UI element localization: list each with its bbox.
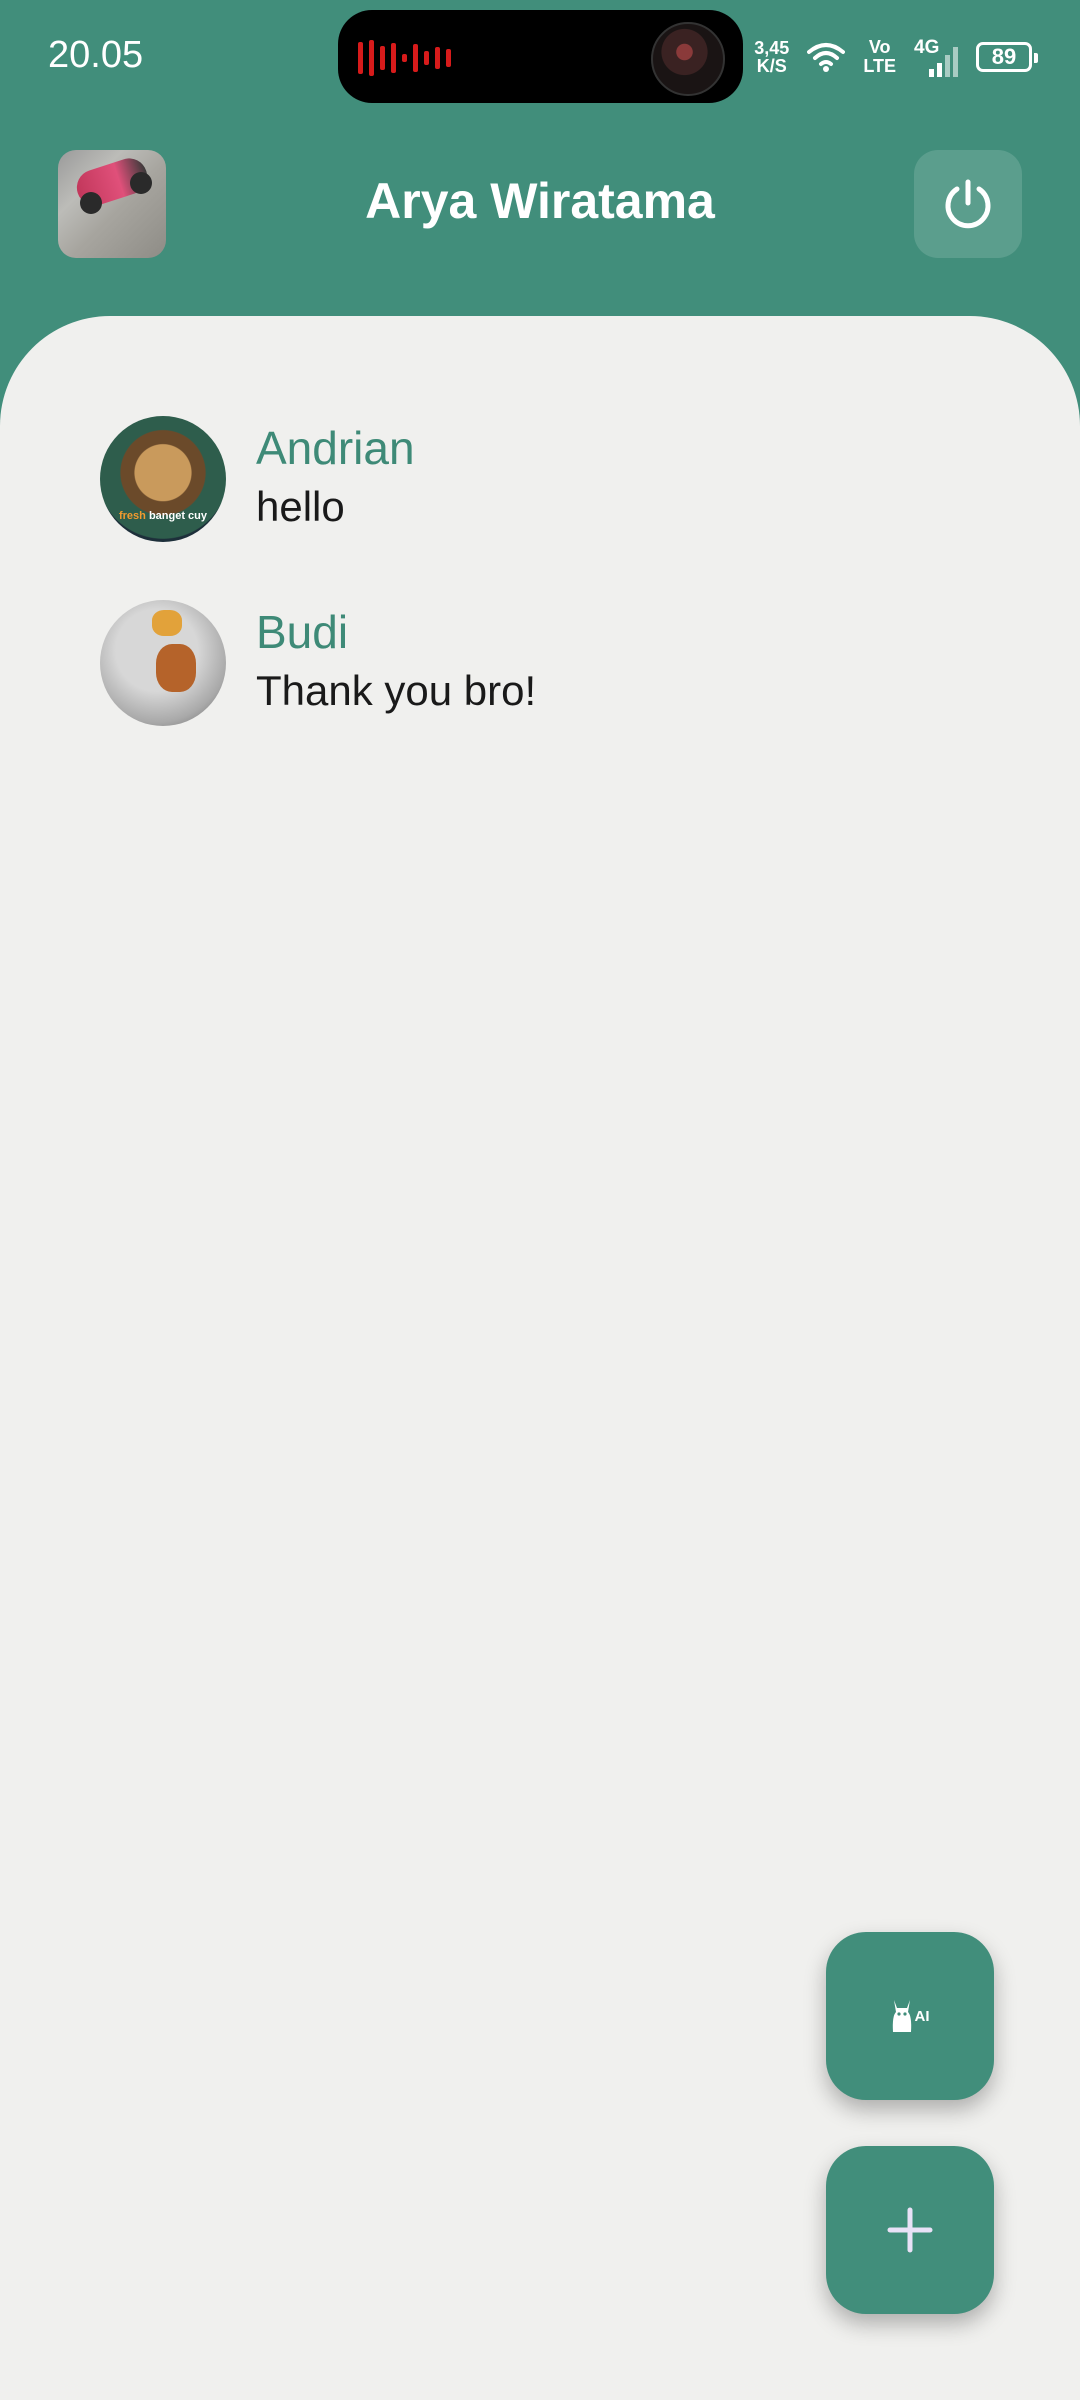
dynamic-island[interactable]: [338, 10, 743, 103]
volte-top: Vo: [868, 37, 891, 57]
chat-item-andrian[interactable]: fresh banget cuy Andrian hello: [100, 416, 980, 542]
avatar-caption: fresh banget cuy: [118, 510, 208, 522]
last-message: Thank you bro!: [256, 667, 537, 714]
app-header: Arya Wiratama: [0, 116, 1080, 316]
plus-icon: [887, 2207, 933, 2253]
llama-icon: [892, 2000, 911, 2032]
chat-list: fresh banget cuy Andrian hello Budi Than…: [100, 416, 980, 784]
logout-button[interactable]: [914, 150, 1022, 258]
audio-wave-icon: [358, 40, 451, 76]
last-message: hello: [256, 483, 345, 530]
status-time: 20.05: [48, 34, 144, 76]
power-icon: [945, 179, 991, 229]
net-speed: 3,45 K/S: [754, 39, 789, 75]
ai-label: AI: [914, 2007, 930, 2025]
battery-icon: 89: [976, 42, 1038, 72]
contact-name: Andrian: [256, 422, 415, 474]
chat-item-budi[interactable]: Budi Thank you bro!: [100, 600, 980, 726]
volte-bottom: LTE: [863, 56, 896, 76]
avatar: [100, 600, 226, 726]
contact-name: Budi: [256, 606, 349, 658]
net-speed-unit: K/S: [756, 56, 787, 76]
now-playing-art: [651, 22, 725, 96]
ai-chat-button[interactable]: AI: [826, 1932, 994, 2100]
net-speed-value: 3,45: [754, 38, 790, 58]
volte-indicator: Vo LTE: [863, 38, 896, 76]
new-chat-button[interactable]: [826, 2146, 994, 2314]
battery-level: 89: [991, 44, 1017, 69]
status-icons: 3,45 K/S Vo LTE 4G 89: [754, 34, 1038, 80]
status-bar: 20.05 3,45 K/S Vo LTE 4G 89: [0, 0, 1080, 116]
signal-icon: 4G: [914, 37, 958, 77]
wifi-icon: [807, 43, 846, 72]
avatar: fresh banget cuy: [100, 416, 226, 542]
